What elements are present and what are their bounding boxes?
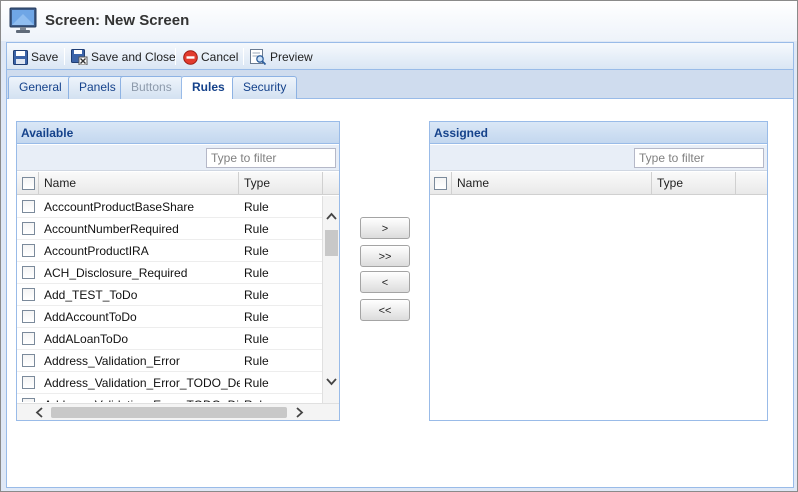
rules-tab-content: Available Name Type AcccountProductBaseS…	[6, 99, 794, 488]
scroll-left-arrow-icon[interactable]	[35, 407, 43, 418]
row-name: AcccountProductBaseShare	[44, 200, 195, 214]
toolbar-separator	[243, 48, 244, 65]
remove-all-button[interactable]: <<	[360, 299, 410, 321]
row-type: Rule	[244, 354, 269, 368]
table-row[interactable]: AccountNumberRequired Rule	[17, 218, 323, 240]
row-name: Address_Validation_Error	[44, 354, 180, 368]
row-name: AddAccountToDo	[44, 310, 137, 324]
toolbar-separator	[64, 48, 65, 65]
row-type: Rule	[244, 310, 269, 324]
cancel-button[interactable]: Cancel	[183, 47, 238, 67]
tab-rules[interactable]: Rules	[181, 76, 236, 100]
row-name: Add_TEST_ToDo	[44, 288, 138, 302]
title-bar: Screen: New Screen	[1, 1, 797, 41]
row-name: Address_Validation_Error_TODO_Dish	[44, 394, 240, 402]
save-close-icon	[71, 49, 88, 65]
preview-icon	[250, 49, 267, 65]
assigned-panel: Assigned Name Type	[429, 121, 768, 421]
available-grid-header: Name Type	[17, 172, 339, 195]
row-checkbox[interactable]	[22, 354, 35, 367]
row-name: Address_Validation_Error_TODO_Dec	[44, 376, 240, 390]
floppy-disk-icon	[13, 49, 28, 65]
scroll-down-arrow-icon[interactable]	[326, 378, 337, 386]
window-title: Screen: New Screen	[45, 12, 190, 29]
cancel-icon	[183, 49, 198, 65]
table-row[interactable]: ACH_Disclosure_Required Rule	[17, 262, 323, 284]
save-and-close-button[interactable]: Save and Close	[71, 47, 176, 67]
cancel-label: Cancel	[201, 50, 239, 64]
available-col-name[interactable]: Name	[39, 172, 239, 195]
row-type: Rule	[244, 394, 269, 402]
row-type: Rule	[244, 266, 269, 280]
monitor-icon	[9, 6, 37, 34]
save-label: Save	[31, 50, 59, 64]
assigned-select-all-checkbox[interactable]	[434, 177, 447, 190]
assigned-col-type[interactable]: Type	[652, 172, 736, 195]
row-checkbox[interactable]	[22, 332, 35, 345]
save-button[interactable]: Save	[13, 47, 58, 67]
table-row[interactable]: Address_Validation_Error Rule	[17, 350, 323, 372]
table-row[interactable]: Address_Validation_Error_TODO_Dec Rule	[17, 372, 323, 394]
available-panel: Available Name Type AcccountProductBaseS…	[16, 121, 340, 421]
screen-editor-window: Screen: New Screen Save Save and Close C…	[0, 0, 798, 492]
scroll-right-arrow-icon[interactable]	[296, 407, 304, 418]
available-select-all-cell	[17, 172, 39, 195]
tab-strip: General Panels Buttons Rules Security	[6, 70, 794, 100]
available-vertical-scroll-thumb[interactable]	[325, 230, 338, 256]
available-select-all-checkbox[interactable]	[22, 177, 35, 190]
available-filter-bar	[17, 145, 339, 171]
tab-panels[interactable]: Panels	[68, 76, 127, 99]
row-type: Rule	[244, 376, 269, 390]
add-all-button[interactable]: >>	[360, 245, 410, 267]
available-vertical-scrollbar[interactable]	[322, 196, 339, 403]
toolbar: Save Save and Close Cancel Preview	[6, 42, 794, 70]
toolbar-separator	[175, 48, 176, 65]
tab-general[interactable]: General	[8, 76, 73, 99]
available-panel-title: Available	[17, 122, 339, 144]
row-name: AccountNumberRequired	[44, 222, 179, 236]
assigned-select-all-cell	[430, 172, 452, 195]
remove-selected-button[interactable]: <	[360, 271, 410, 293]
row-type: Rule	[244, 288, 269, 302]
tab-security[interactable]: Security	[232, 76, 298, 99]
row-checkbox[interactable]	[22, 266, 35, 279]
add-selected-button[interactable]: >	[360, 217, 410, 239]
row-name: AccountProductIRA	[44, 244, 149, 258]
row-name: ACH_Disclosure_Required	[44, 266, 188, 280]
assigned-filter-bar	[430, 145, 767, 171]
available-horizontal-scroll-thumb[interactable]	[51, 407, 287, 418]
save-and-close-label: Save and Close	[91, 50, 176, 64]
assigned-col-name[interactable]: Name	[452, 172, 652, 195]
table-row[interactable]: AccountProductIRA Rule	[17, 240, 323, 262]
preview-label: Preview	[270, 50, 313, 64]
row-checkbox[interactable]	[22, 200, 35, 213]
row-type: Rule	[244, 332, 269, 346]
row-checkbox[interactable]	[22, 244, 35, 257]
row-checkbox[interactable]	[22, 398, 35, 402]
preview-button[interactable]: Preview	[250, 47, 313, 67]
table-row[interactable]: AcccountProductBaseShare Rule	[17, 196, 323, 218]
available-horizontal-scrollbar[interactable]	[17, 403, 339, 420]
scroll-up-arrow-icon[interactable]	[326, 212, 337, 220]
assigned-grid-body	[430, 196, 767, 420]
table-row[interactable]: Add_TEST_ToDo Rule	[17, 284, 323, 306]
available-grid-body: AcccountProductBaseShare Rule AccountNumbe…	[17, 196, 323, 402]
row-type: Rule	[244, 200, 269, 214]
row-checkbox[interactable]	[22, 222, 35, 235]
tab-buttons[interactable]: Buttons	[120, 76, 183, 99]
assigned-filter-input[interactable]	[634, 148, 764, 168]
assigned-grid-header: Name Type	[430, 172, 767, 195]
available-col-type[interactable]: Type	[239, 172, 323, 195]
table-row[interactable]: AddAccountToDo Rule	[17, 306, 323, 328]
table-row[interactable]: AddALoanToDo Rule	[17, 328, 323, 350]
row-checkbox[interactable]	[22, 288, 35, 301]
row-checkbox[interactable]	[22, 310, 35, 323]
available-filter-input[interactable]	[206, 148, 336, 168]
row-checkbox[interactable]	[22, 376, 35, 389]
assigned-panel-title: Assigned	[430, 122, 767, 144]
row-type: Rule	[244, 222, 269, 236]
row-type: Rule	[244, 244, 269, 258]
row-name: AddALoanToDo	[44, 332, 129, 346]
table-row[interactable]: Address_Validation_Error_TODO_Dish Rule	[17, 394, 323, 402]
